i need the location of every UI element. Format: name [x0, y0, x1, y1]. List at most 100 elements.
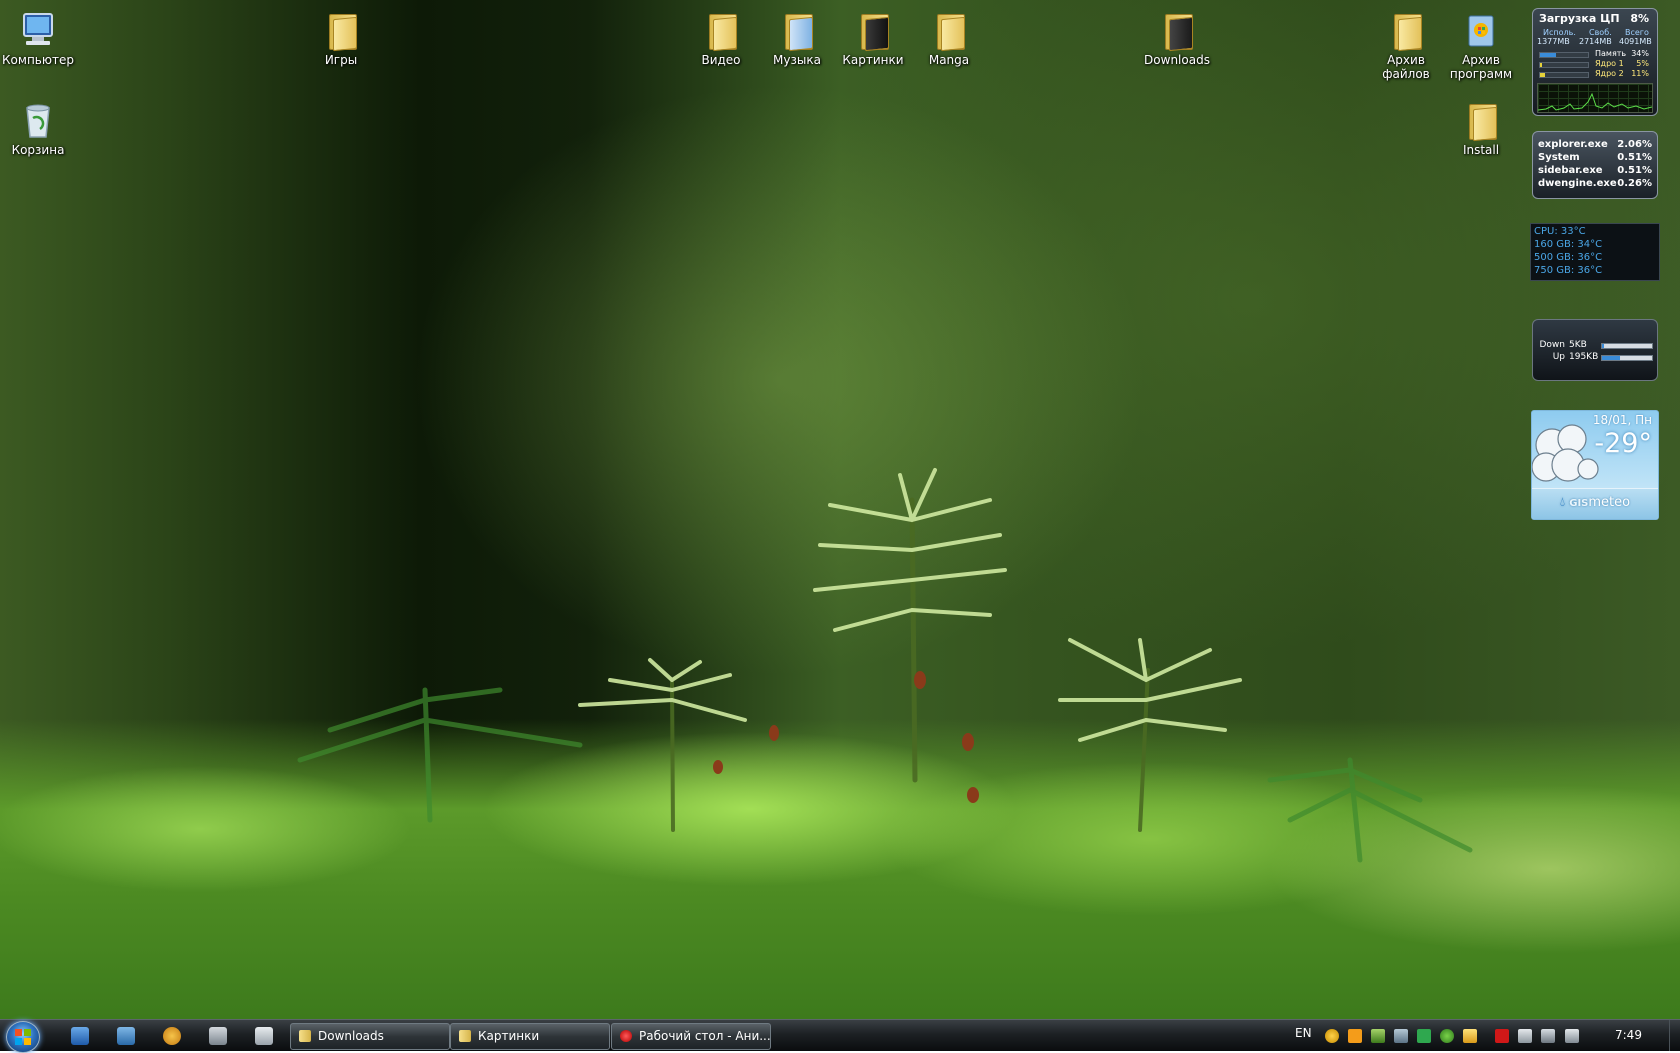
desktop-icon-music[interactable]: Музыка [757, 10, 837, 67]
tray-app-icon[interactable] [1463, 1029, 1477, 1043]
col-header-total: Всего [1625, 28, 1649, 37]
desktop-icon-label: Игры [324, 53, 358, 67]
desktop-icon-downloads[interactable]: Downloads [1137, 10, 1217, 67]
desktop-icon-file-archive[interactable]: Архив файлов [1366, 10, 1446, 81]
quicklaunch-switch-windows-icon[interactable] [117, 1027, 135, 1045]
water-drop-icon: 💧︎ [1559, 495, 1566, 510]
desktop-icon-install[interactable]: Install [1441, 100, 1521, 157]
tray-media-player-icon[interactable] [1348, 1029, 1362, 1043]
tray-info-icon[interactable] [1325, 1029, 1339, 1043]
cpu-temp: CPU: 33°C [1534, 226, 1586, 237]
desktop-icon-label: Музыка [773, 53, 821, 67]
upload-bar [1601, 355, 1653, 361]
process-row: System 0.51% [1538, 152, 1652, 165]
gismeteo-logo-bar[interactable]: 💧︎ GISmeteo [1532, 488, 1658, 519]
opera-icon [620, 1030, 632, 1042]
network-meter-gadget[interactable]: Down 5KB Up 195KB [1532, 319, 1658, 381]
memory-percent: 34% [1631, 49, 1649, 58]
core2-row: Ядро 2 11% [1539, 69, 1653, 79]
desktop-icon-computer[interactable]: Компьютер [0, 10, 78, 67]
desktop-icon-pictures[interactable]: Картинки [833, 10, 913, 67]
folder-icon [1461, 100, 1501, 142]
weather-gadget[interactable]: 18/01, Пн -29° 💧︎ GISmeteo [1531, 410, 1659, 520]
taskbar-clock[interactable]: 7:49 [1615, 1028, 1642, 1042]
tray-app-icon[interactable] [1518, 1029, 1532, 1043]
download-bar [1601, 343, 1653, 349]
download-value: 5KB [1569, 340, 1587, 350]
cloud-icon [1532, 424, 1599, 482]
upload-value: 195KB [1569, 352, 1599, 362]
core2-label: Ядро 2 [1595, 69, 1624, 78]
taskbar: Downloads Картинки Рабочий стол - Ани...… [0, 1019, 1680, 1053]
cpu-history-graph [1537, 83, 1653, 113]
process-name: sidebar.exe [1538, 165, 1603, 176]
process-cpu: 0.51% [1617, 152, 1652, 163]
core1-row: Ядро 1 5% [1539, 59, 1653, 69]
start-button[interactable] [6, 1021, 40, 1053]
memory-row: Память 34% [1539, 49, 1653, 59]
desktop-icon-label: Архив программ [1449, 53, 1513, 81]
desktop-icon-label: Manga [928, 53, 970, 67]
core2-bar [1539, 72, 1589, 78]
pictures-folder-icon [853, 10, 893, 52]
desktop-icon-label: Компьютер [2, 53, 74, 67]
cpu-gadget-title: Загрузка ЦП [1539, 12, 1620, 25]
desktop-wallpaper: Компьютер Корзина Игры Видео Музыка Карт… [0, 0, 1680, 1019]
tray-app-icon[interactable] [1440, 1029, 1454, 1043]
core1-percent: 5% [1636, 59, 1649, 68]
language-indicator[interactable]: EN [1295, 1026, 1312, 1040]
download-label: Down [1539, 340, 1565, 350]
desktop-icon-label: Видео [701, 53, 741, 67]
process-row: explorer.exe 2.06% [1538, 139, 1652, 152]
process-cpu: 0.51% [1617, 165, 1652, 176]
taskbar-button-label: Картинки [478, 1029, 540, 1043]
quicklaunch-show-desktop-icon[interactable] [71, 1027, 89, 1045]
temperature-gadget[interactable]: CPU: 33°C 160 GB: 34°C 500 GB: 36°C 750 … [1530, 223, 1660, 281]
download-row: Down 5KB [1537, 340, 1653, 352]
weather-date: 18/01, Пн [1592, 413, 1652, 427]
top-processes-gadget[interactable]: explorer.exe 2.06% System 0.51% sidebar.… [1532, 131, 1658, 199]
desktop-icon-program-archive[interactable]: Архив программ [1441, 10, 1521, 81]
mem-free-value: 2714MB [1579, 37, 1612, 46]
quicklaunch-app-icon[interactable] [163, 1027, 181, 1045]
upload-row: Up 195KB [1537, 352, 1653, 364]
process-cpu: 2.06% [1617, 139, 1652, 150]
tray-app-icon[interactable] [1394, 1029, 1408, 1043]
mem-used-value: 1377MB [1537, 37, 1570, 46]
taskbar-button-pictures[interactable]: Картинки [450, 1023, 610, 1050]
desktop-icon-label: Install [1462, 143, 1500, 157]
windows-logo-icon [15, 1029, 31, 1045]
col-header-used: Исполь. [1543, 28, 1576, 37]
tray-ati-icon[interactable] [1495, 1029, 1509, 1043]
core1-label: Ядро 1 [1595, 59, 1624, 68]
tray-network-icon[interactable] [1541, 1029, 1555, 1043]
video-folder-icon [701, 10, 741, 52]
process-row: dwengine.exe 0.26% [1538, 178, 1652, 191]
gismeteo-logo-meteo: meteo [1588, 495, 1631, 510]
memory-bar [1539, 52, 1589, 58]
core1-bar [1539, 62, 1589, 68]
desktop-icon-label: Архив файлов [1382, 53, 1430, 81]
quicklaunch-app-icon[interactable] [255, 1027, 273, 1045]
process-name: dwengine.exe [1538, 178, 1617, 189]
quicklaunch-camera-icon[interactable] [209, 1027, 227, 1045]
tray-app-icon[interactable] [1371, 1029, 1385, 1043]
desktop-icon-games[interactable]: Игры [301, 10, 381, 67]
folder-icon [459, 1030, 471, 1042]
cpu-meter-gadget[interactable]: Загрузка ЦП 8% Исполь. Своб. Всего 1377M… [1532, 8, 1658, 116]
program-archive-icon [1468, 15, 1494, 47]
taskbar-button-opera[interactable]: Рабочий стол - Ани... [611, 1023, 771, 1050]
cpu-history-line [1537, 92, 1653, 111]
cpu-load-value: 8% [1630, 12, 1649, 25]
desktop-icon-recycle-bin[interactable]: Корзина [0, 100, 78, 157]
tray-app-icon[interactable] [1417, 1029, 1431, 1043]
tray-volume-icon[interactable] [1565, 1029, 1579, 1043]
disk-temp: 750 GB: 36°C [1534, 265, 1603, 276]
folder-icon [321, 10, 361, 52]
desktop-icon-manga[interactable]: Manga [909, 10, 989, 67]
show-desktop-button[interactable] [1669, 1020, 1680, 1051]
desktop-icon-video[interactable]: Видео [681, 10, 761, 67]
memory-label: Память [1595, 49, 1627, 58]
taskbar-button-downloads[interactable]: Downloads [290, 1023, 450, 1050]
col-header-free: Своб. [1589, 28, 1612, 37]
